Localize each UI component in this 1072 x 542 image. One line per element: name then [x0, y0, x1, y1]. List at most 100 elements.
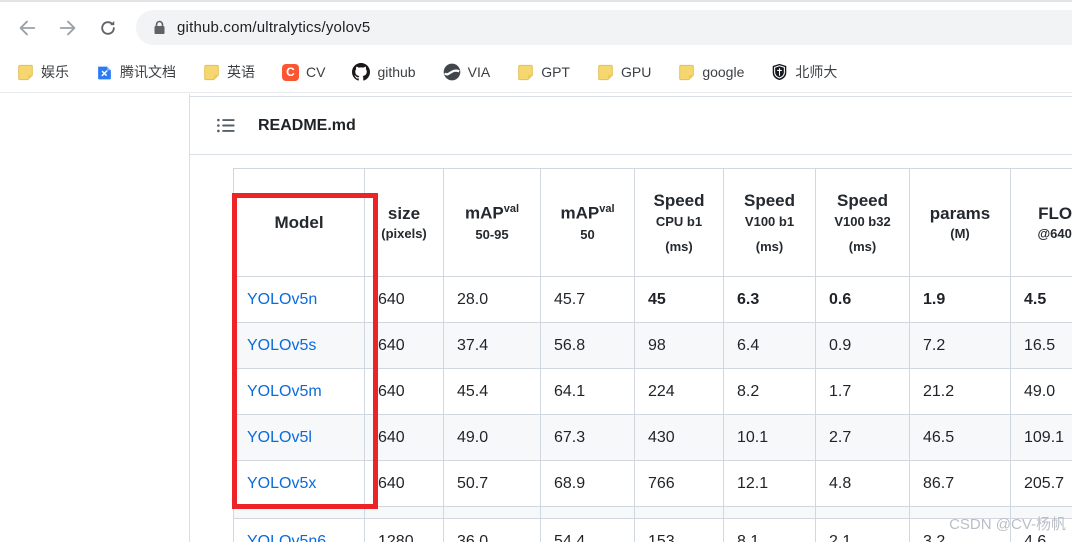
bookmark-yule[interactable]: 娱乐 [17, 62, 69, 82]
bookmark-label: VIA [467, 64, 491, 80]
bookmark-yingyu[interactable]: 英语 [203, 62, 255, 82]
cell-flops: 205.7 [1010, 460, 1072, 507]
cell-speed-v100-b1: 6.4 [723, 322, 816, 369]
cell-speed-v100-b32: 0.9 [815, 322, 910, 369]
list-unordered-icon [216, 118, 235, 133]
refresh-button[interactable] [90, 10, 126, 46]
bookmark-gpu[interactable]: GPU [597, 64, 651, 81]
cell-map50: 64.1 [540, 368, 635, 415]
bookmark-label: google [702, 64, 745, 80]
folder-icon [679, 64, 695, 80]
bookmark-gpt[interactable]: GPT [517, 64, 570, 81]
cell-speed-v100-b1: 10.1 [723, 414, 816, 461]
cell-speed-cpu: 766 [634, 460, 724, 507]
cell-speed-v100-b1: 8.1 [723, 518, 816, 542]
cell-params: 1.9 [909, 276, 1011, 323]
cell-map50-95: 28.0 [443, 276, 541, 323]
cell-model: YOLOv5l [233, 414, 365, 461]
bookmark-google[interactable]: google [678, 64, 744, 81]
folder-icon [518, 64, 533, 80]
readme-file-title: README.md [258, 116, 356, 134]
cell-flops: 49.0 [1010, 368, 1072, 415]
cell-speed-v100-b32: 0.6 [815, 276, 910, 323]
tencent-docs-icon [98, 66, 111, 79]
yolov5-benchmark-table: Model size (pixels) mAPval 50-95 mAPval 50 … [233, 168, 1072, 542]
cell-speed-v100-b32: 4.8 [815, 460, 910, 507]
cell-map50-95: 50.7 [443, 460, 541, 507]
model-link[interactable]: YOLOv5m [247, 383, 322, 400]
folder-icon [598, 64, 613, 80]
cell-speed-v100-b32: 2.7 [815, 414, 910, 461]
cell-map50: 56.8 [540, 322, 635, 369]
table-spacer-row [233, 506, 1072, 519]
model-link[interactable]: YOLOv5l [247, 429, 312, 446]
bookmark-via[interactable]: VIA [443, 63, 491, 81]
cell-size: 640 [364, 322, 444, 369]
cell-flops: 16.5 [1010, 322, 1072, 369]
col-header-model: Model [233, 168, 365, 277]
cell-size: 640 [364, 368, 444, 415]
back-button[interactable] [9, 10, 45, 46]
col-header-speed-v100-b1: Speed V100 b1 (ms) [723, 168, 816, 277]
github-icon [352, 63, 371, 81]
cell-model: YOLOv5n [233, 276, 365, 323]
shield-icon [773, 63, 787, 81]
forward-button[interactable] [50, 10, 86, 46]
col-header-map50-95: mAPval 50-95 [443, 168, 541, 277]
bookmarks-bar: 娱乐 腾讯文档 英语 C CV github VIA GPT GPU googl… [0, 52, 1072, 93]
cell-speed-cpu: 45 [634, 276, 724, 323]
model-link[interactable]: YOLOv5s [247, 337, 316, 354]
cell-model: YOLOv5x [233, 460, 365, 507]
col-header-map50: mAPval 50 [540, 168, 635, 277]
csdn-icon: C [282, 63, 299, 81]
cell-params: 46.5 [909, 414, 1011, 461]
bookmark-tencent-docs[interactable]: 腾讯文档 [96, 62, 176, 82]
bookmark-label: 腾讯文档 [120, 64, 176, 80]
table-row-yolov5n6: YOLOv5n6 1280 36.0 54.4 153 8.1 2.1 3.2 … [233, 518, 1072, 542]
folder-icon [204, 64, 219, 80]
cell-speed-cpu: 98 [634, 322, 724, 369]
model-link[interactable]: YOLOv5n6 [247, 533, 326, 542]
bookmark-label: github [377, 64, 416, 80]
cell-map50: 45.7 [540, 276, 635, 323]
model-link[interactable]: YOLOv5n [247, 291, 317, 308]
csdn-watermark: CSDN @CV-杨帆 [949, 516, 1066, 533]
bookmark-github[interactable]: github [352, 63, 416, 81]
bookmark-label: 娱乐 [41, 64, 69, 80]
browser-toolbar: github.com/ultralytics/yolov5 [0, 2, 1072, 52]
bookmark-cv[interactable]: C CV [282, 63, 326, 81]
table-of-contents-button[interactable] [211, 112, 239, 140]
refresh-icon [101, 20, 115, 35]
bookmark-bnu[interactable]: 北师大 [771, 62, 837, 82]
bookmark-label: 北师大 [795, 64, 838, 80]
table-row-yolov5m: YOLOv5m 640 45.4 64.1 224 8.2 1.7 21.2 4… [233, 368, 1072, 415]
cell-speed-cpu: 153 [634, 518, 724, 542]
cell-map50: 67.3 [540, 414, 635, 461]
cell-speed-cpu: 430 [634, 414, 724, 461]
bookmark-label: GPU [620, 64, 652, 80]
cell-speed-v100-b1: 6.3 [723, 276, 816, 323]
cell-flops: 4.5 [1010, 276, 1072, 323]
cell-model: YOLOv5m [233, 368, 365, 415]
lock-icon [154, 20, 165, 34]
bookmark-label: GPT [541, 64, 570, 80]
cell-map50-95: 37.4 [443, 322, 541, 369]
table-row-yolov5n: YOLOv5n 640 28.0 45.7 45 6.3 0.6 1.9 4.5 [233, 276, 1072, 323]
cell-size: 640 [364, 460, 444, 507]
back-arrow-icon [19, 20, 36, 36]
table-row-yolov5l: YOLOv5l 640 49.0 67.3 430 10.1 2.7 46.5 … [233, 414, 1072, 461]
cell-size: 1280 [364, 518, 444, 542]
col-header-flops: FLOPs@640 (B) [1010, 168, 1072, 277]
cell-params: 21.2 [909, 368, 1011, 415]
cell-map50-95: 36.0 [443, 518, 541, 542]
bookmark-label: CV [306, 64, 326, 80]
cell-map50: 54.4 [540, 518, 635, 542]
forward-arrow-icon [59, 20, 76, 36]
model-link[interactable]: YOLOv5x [247, 475, 316, 492]
cell-size: 640 [364, 414, 444, 461]
cell-flops: 109.1 [1010, 414, 1072, 461]
cell-params: 86.7 [909, 460, 1011, 507]
table-row-yolov5s: YOLOv5s 640 37.4 56.8 98 6.4 0.9 7.2 16.… [233, 322, 1072, 369]
address-bar[interactable]: github.com/ultralytics/yolov5 [136, 10, 1072, 45]
file-tree-divider [189, 94, 190, 542]
